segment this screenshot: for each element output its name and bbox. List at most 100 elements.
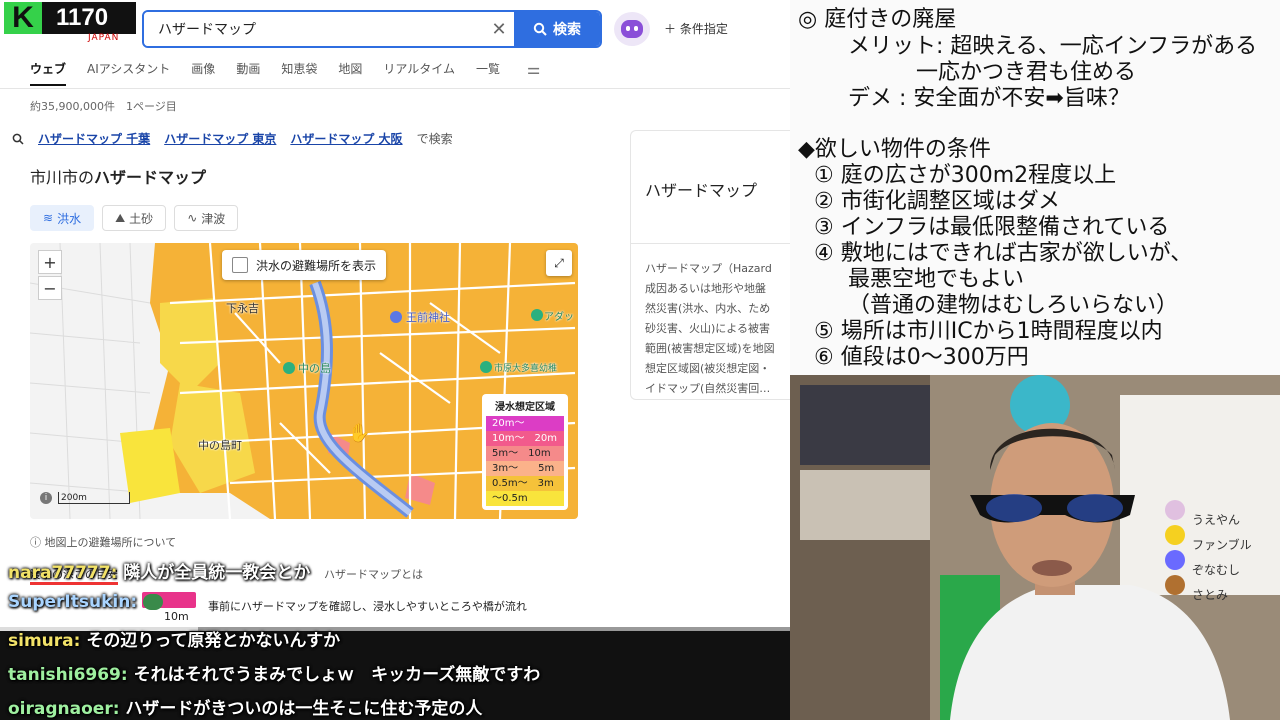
clear-icon[interactable]: ✕ bbox=[484, 19, 514, 40]
kp-line: 想定区域図(被災想定図・ bbox=[645, 362, 771, 375]
hazard-tab-flood-label: 洪水 bbox=[57, 211, 82, 226]
search-icon bbox=[533, 22, 547, 36]
expand-map-icon[interactable]: ⤢ bbox=[546, 250, 572, 276]
map-label-nakanoshima: 中の島 bbox=[298, 362, 331, 375]
legend-row: 0.5m〜 3m bbox=[486, 476, 564, 491]
map-label-ada: アダッ bbox=[544, 312, 574, 323]
viewer-name: ファンブル bbox=[1192, 538, 1252, 552]
map-label-shrine: 王前神社 bbox=[406, 311, 450, 324]
header-divider bbox=[0, 88, 790, 89]
note-line: ◎ 庭付きの廃屋 bbox=[798, 7, 957, 32]
chat-text: 隣人が全員統一教会とか bbox=[123, 563, 311, 583]
tab-realtime[interactable]: リアルタイム bbox=[383, 60, 455, 86]
knowledge-panel: ハザードマップ ハザードマップ（Hazard 成因あるいは地形や地盤 然災害(洪… bbox=[630, 130, 790, 400]
tab-depth-guide[interactable]: 浸水の深さの目安 bbox=[30, 566, 118, 585]
kp-line: 然災害(洪水、内水、ため bbox=[645, 302, 771, 315]
search-bar: ✕ 検索 bbox=[142, 10, 602, 48]
filter-settings-icon[interactable]: ⚌ bbox=[527, 60, 540, 86]
legend-row: 20m〜 bbox=[486, 416, 564, 431]
chat-background bbox=[0, 628, 790, 720]
note-line: ② 市街化調整区域はダメ bbox=[814, 189, 1061, 214]
hazard-tab-tsunami[interactable]: ∿ 津波 bbox=[174, 205, 239, 231]
knowledge-panel-divider bbox=[631, 243, 790, 244]
flood-icon: ≋ bbox=[43, 211, 54, 225]
note-line: ◆欲しい物件の条件 bbox=[798, 137, 991, 162]
evac-info-note-text: 地図上の避難場所について bbox=[44, 536, 177, 549]
search-conditions-link[interactable]: ＋ 条件指定 bbox=[664, 20, 728, 37]
info-icon: ⓘ bbox=[30, 536, 45, 549]
tsunami-icon: ∿ bbox=[187, 211, 198, 225]
logo-subtext: JAPAN bbox=[88, 33, 120, 43]
tab-videos[interactable]: 動画 bbox=[236, 60, 260, 86]
note-line: メリット: 超映える、一応インフラがある bbox=[848, 34, 1258, 59]
info-icon: i bbox=[40, 492, 52, 504]
map-label-nakanoshimacho: 中の島町 bbox=[198, 439, 242, 452]
chat-sticker bbox=[142, 592, 196, 608]
evac-checkbox[interactable] bbox=[232, 257, 248, 273]
hand-cursor-icon: ✋ bbox=[348, 423, 371, 444]
related-searches: ハザードマップ 千葉 ハザードマップ 東京 ハザードマップ 大阪 で検索 bbox=[12, 130, 453, 147]
hazard-tab-landslide[interactable]: ⛰ 土砂 bbox=[102, 205, 167, 231]
viewer-name: さとみ bbox=[1192, 588, 1229, 602]
chat-message: SuperItsukin: bbox=[8, 592, 164, 612]
hazard-map[interactable]: + − 洪水の避難場所を表示 ⤢ 下永吉 王前神社 中の島 中の島町 市原大多喜… bbox=[30, 243, 578, 519]
tab-web[interactable]: ウェブ bbox=[30, 60, 67, 86]
note-line: デメ : 安全面が不安➡旨味？ bbox=[848, 86, 1130, 111]
related-link-chiba[interactable]: ハザードマップ 千葉 bbox=[38, 130, 150, 147]
k-logo-icon: K bbox=[4, 1, 42, 34]
note-line: ④ 敷地にはできれば古家が欲しいが、 bbox=[814, 241, 1193, 266]
note-line: ⑥ 値段は0〜300万円 bbox=[814, 345, 1029, 370]
tab-chiebukuro[interactable]: 知恵袋 bbox=[281, 60, 317, 86]
map-title-bold: ハザードマップ bbox=[94, 168, 207, 187]
landslide-icon: ⛰ bbox=[115, 210, 126, 225]
search-button[interactable]: 検索 bbox=[514, 12, 600, 46]
viewer-count: 1170 bbox=[56, 4, 109, 31]
zoom-in-button[interactable]: + bbox=[38, 250, 62, 274]
ai-assistant-icon[interactable] bbox=[614, 12, 650, 46]
viewer-name: うえやん bbox=[1192, 513, 1241, 527]
knowledge-panel-title: ハザードマップ bbox=[645, 181, 758, 200]
note-line: （普通の建物はむしろいらない） bbox=[848, 293, 1179, 318]
legend-row: 3m〜 5m bbox=[486, 461, 564, 476]
tab-list[interactable]: 一覧 bbox=[476, 60, 500, 86]
legend-title: 浸水想定区域 bbox=[495, 402, 555, 413]
sticker-label: 10m bbox=[164, 610, 189, 623]
related-link-tokyo[interactable]: ハザードマップ 東京 bbox=[164, 130, 276, 147]
hazard-tab-tsunami-label: 津波 bbox=[201, 211, 226, 226]
chat-progress-fill bbox=[0, 627, 198, 631]
search-input[interactable] bbox=[144, 12, 484, 46]
tab-about-hazardmap[interactable]: ハザードマップとは bbox=[324, 566, 423, 582]
map-label-shimonagayoshi: 下永吉 bbox=[226, 302, 259, 315]
kp-line: イドマップ(自然災害回… bbox=[645, 382, 771, 395]
knowledge-panel-desc: ハザードマップ（Hazard 成因あるいは地形や地盤 然災害(洪水、内水、ため … bbox=[645, 259, 790, 399]
note-line: 最悪空地でもよい bbox=[848, 267, 1025, 292]
channel-badge: K 1170 bbox=[4, 1, 136, 34]
hazard-paragraph: 事前にハザードマップを確認し、浸水しやすいところや橋が流れ bbox=[208, 600, 527, 613]
browser-pane: K 1170 JAPAN ✕ 検索 ＋ 条件指定 ウェブ AIアシスタント 画像… bbox=[0, 0, 790, 720]
kp-line: 砂災害、火山)による被害 bbox=[645, 322, 770, 335]
map-module-title: 市川市のハザードマップ bbox=[30, 164, 206, 188]
related-link-osaka[interactable]: ハザードマップ 大阪 bbox=[290, 130, 402, 147]
note-line: ① 庭の広さが300m2程度以上 bbox=[814, 163, 1117, 188]
kp-line: 成因あるいは地形や地盤 bbox=[645, 282, 766, 295]
legend-row: 10m〜 20m bbox=[486, 431, 564, 446]
search-icon bbox=[12, 133, 24, 145]
search-button-label: 検索 bbox=[553, 22, 581, 38]
tab-ai-assistant[interactable]: AIアシスタント bbox=[87, 60, 170, 86]
hazard-type-tabs: ≋ 洪水 ⛰ 土砂 ∿ 津波 bbox=[30, 205, 239, 231]
viewer-name: ぞなむし bbox=[1192, 563, 1241, 577]
result-count: 約35,900,000件 1ページ目 bbox=[30, 100, 177, 113]
tab-images[interactable]: 画像 bbox=[191, 60, 215, 86]
webcam-feed: うえやん ファンブル ぞなむし さとみ bbox=[790, 375, 1280, 720]
related-suffix: で検索 bbox=[416, 132, 453, 146]
kp-line: ハザードマップ（Hazard bbox=[645, 262, 772, 275]
zoom-out-button[interactable]: − bbox=[38, 276, 62, 300]
scale-bar: 200m bbox=[58, 492, 130, 504]
tab-maps[interactable]: 地図 bbox=[338, 60, 362, 86]
evac-toggle-label: 洪水の避難場所を表示 bbox=[256, 258, 377, 273]
evac-toggle[interactable]: 洪水の避難場所を表示 bbox=[222, 250, 387, 280]
search-tabs: ウェブ AIアシスタント 画像 動画 知恵袋 地図 リアルタイム 一覧 ⚌ bbox=[30, 60, 540, 86]
map-label-kindergarten: 市原大多喜幼稚 bbox=[494, 364, 558, 374]
hazard-tab-flood[interactable]: ≋ 洪水 bbox=[30, 205, 95, 231]
evac-info-note[interactable]: ⓘ 地図上の避難場所について bbox=[30, 534, 176, 550]
